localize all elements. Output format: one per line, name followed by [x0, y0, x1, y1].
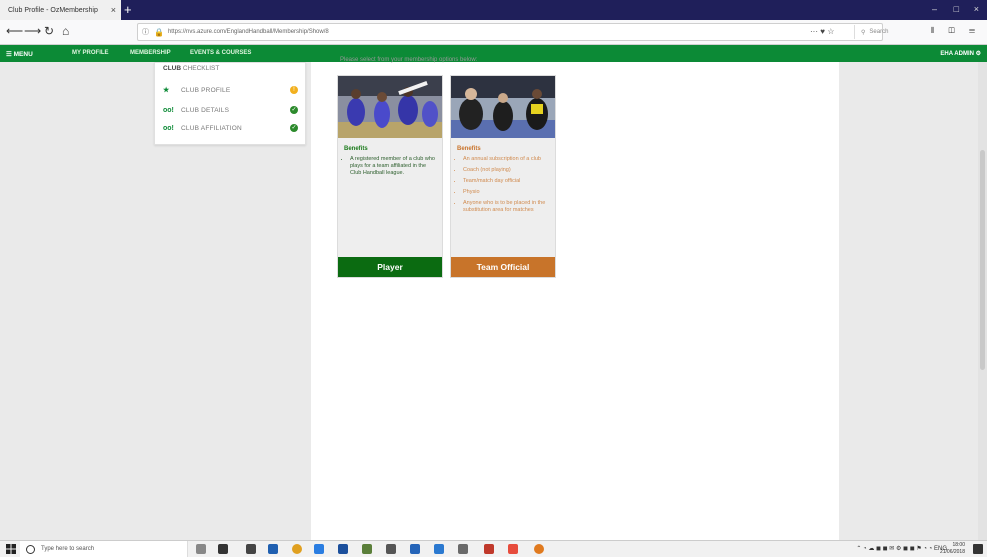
cortana-icon: [26, 544, 35, 554]
browser-navbar: ⟵ ⟶ ↻ ⌂ ⓘ 🔒 https://nvs.azure.com/Englan…: [0, 20, 987, 45]
menu-item-events-courses[interactable]: EVENTS & COURSES: [190, 50, 251, 56]
checklist-title: CLUB CHECKLIST: [163, 65, 220, 72]
maximize-button[interactable]: □: [954, 4, 959, 14]
tab-title: Club Profile - OzMembership: [8, 6, 98, 14]
benefits-list: A registered member of a club who plays …: [342, 156, 438, 181]
store-icon[interactable]: [268, 544, 278, 554]
site-menu-bar: ☰ MENU MY PROFILE MEMBERSHIP EVENTS & CO…: [0, 45, 987, 62]
info-icon[interactable]: ⓘ: [142, 27, 149, 37]
team-official-photo: [451, 76, 555, 138]
search-icon: ⚲: [861, 29, 866, 36]
player-card: Benefits A registered member of a club w…: [337, 75, 443, 278]
right-pane: [839, 62, 987, 540]
intro-text: Please select from your membership optio…: [340, 57, 478, 63]
admin-menu[interactable]: EHA ADMIN ⚙: [940, 50, 981, 57]
benefits-heading: Benefits: [457, 146, 481, 152]
club-affiliation-icon: oo!: [163, 124, 174, 132]
page-actions[interactable]: ··· ♥ ☆: [810, 27, 834, 36]
app-icon[interactable]: [508, 544, 518, 554]
app-icon[interactable]: [434, 544, 444, 554]
benefit-item: A registered member of a club who plays …: [350, 156, 438, 177]
publisher-icon[interactable]: [362, 544, 372, 554]
task-view-icon[interactable]: [218, 544, 228, 554]
minimize-button[interactable]: –: [932, 4, 937, 14]
taskbar-search-input[interactable]: Type here to search: [20, 541, 188, 557]
benefit-item: Coach (not playing): [463, 167, 551, 174]
tab-close-icon[interactable]: ×: [111, 5, 116, 15]
app-icon[interactable]: [386, 544, 396, 554]
taskbar: Type here to search ⌃ ◔ ☁ ◼ ◼ ✉ ⚙ ◼ ◼ ⚑ …: [0, 540, 987, 557]
tray-icons: ⌃ ◔ ☁ ◼ ◼ ✉ ⚙ ◼ ◼ ⚑ ◔ ◔: [856, 546, 934, 552]
browser-tab-bar: Club Profile - OzMembership × + – □ ×: [0, 0, 987, 20]
url-text: https://nvs.azure.com/EnglandHandball/Me…: [167, 29, 329, 35]
toolbar-tools[interactable]: ⫴ ◫ ☰: [931, 26, 981, 36]
warning-icon: !: [290, 86, 298, 94]
reload-button[interactable]: ↻: [44, 24, 54, 38]
check-icon: ✓: [290, 124, 298, 132]
club-details-icon: oo!: [163, 106, 174, 114]
close-window-button[interactable]: ×: [974, 4, 979, 14]
benefit-item: Physio: [463, 189, 551, 196]
player-button[interactable]: Player: [338, 257, 442, 277]
clock[interactable]: 18:00 21/06/2018: [940, 542, 965, 556]
home-button[interactable]: ⌂: [62, 24, 69, 38]
outlook-icon[interactable]: [338, 544, 348, 554]
star-icon: ★: [163, 87, 170, 94]
powerpoint-icon[interactable]: [484, 544, 494, 554]
lock-icon: 🔒: [154, 27, 164, 37]
forward-button[interactable]: ⟶: [24, 24, 41, 38]
checklist-item-club-details[interactable]: oo! CLUB DETAILS ✓: [163, 105, 298, 115]
benefits-heading: Benefits: [344, 146, 368, 152]
word-icon[interactable]: [410, 544, 420, 554]
microphone-icon[interactable]: [196, 544, 206, 554]
windows-start-icon[interactable]: [6, 544, 16, 554]
benefit-item: An annual subscription of a club: [463, 156, 551, 163]
file-explorer-icon[interactable]: [246, 544, 256, 554]
address-bar[interactable]: ⓘ 🔒 https://nvs.azure.com/EnglandHandbal…: [137, 23, 888, 41]
team-official-card: Benefits An annual subscription of a clu…: [450, 75, 556, 278]
chrome-icon[interactable]: [292, 544, 302, 554]
notification-icon[interactable]: [973, 544, 983, 554]
check-icon: ✓: [290, 106, 298, 114]
team-official-button[interactable]: Team Official: [451, 257, 555, 277]
scrollbar-thumb[interactable]: [980, 150, 985, 370]
club-checklist: CLUB CHECKLIST ★ CLUB PROFILE ! oo! CLUB…: [154, 62, 306, 145]
firefox-icon[interactable]: [534, 544, 544, 554]
benefit-item: Anyone who is to be placed in the substi…: [463, 200, 551, 214]
benefits-list: An annual subscription of a club Coach (…: [455, 156, 551, 218]
app-icon[interactable]: [314, 544, 324, 554]
menu-item-membership[interactable]: MEMBERSHIP: [130, 50, 171, 56]
benefit-item: Team/match day official: [463, 178, 551, 185]
app-icon[interactable]: [458, 544, 468, 554]
back-button[interactable]: ⟵: [6, 24, 23, 38]
player-photo: [338, 76, 442, 138]
menu-button[interactable]: ☰ MENU: [6, 50, 33, 58]
system-tray[interactable]: ⌃ ◔ ☁ ◼ ◼ ✉ ⚙ ◼ ◼ ⚑ ◔ ◔ ENG: [856, 545, 947, 552]
checklist-item-club-affiliation[interactable]: oo! CLUB AFFILIATION ✓: [163, 123, 298, 133]
menu-item-my-profile[interactable]: MY PROFILE: [72, 50, 109, 56]
checklist-item-club-profile[interactable]: ★ CLUB PROFILE !: [163, 85, 298, 95]
new-tab-button[interactable]: +: [124, 3, 132, 16]
browser-tab[interactable]: Club Profile - OzMembership ×: [0, 0, 121, 20]
